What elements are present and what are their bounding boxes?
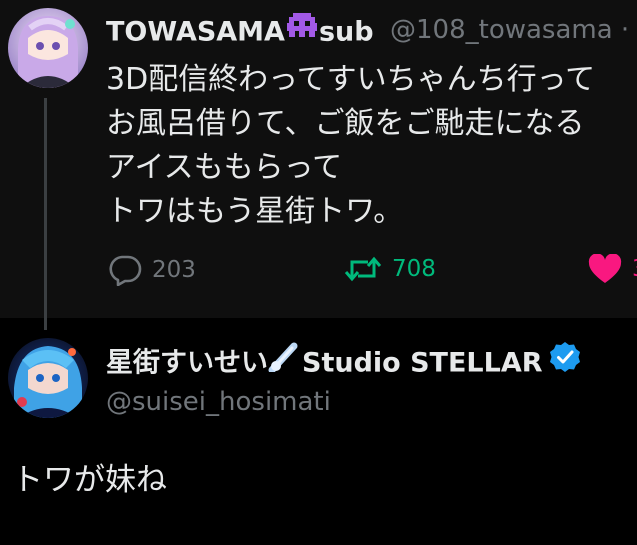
tweet-1-text: 3D配信終わってすいちゃんち行って お風呂借りて、ご飯をご馳走になる アイスもも… bbox=[106, 58, 636, 234]
handle-suisei[interactable]: @suisei_hosimati bbox=[106, 386, 331, 418]
reply-icon bbox=[108, 254, 152, 286]
avatar-towasama[interactable] bbox=[8, 8, 88, 88]
like-button[interactable]: 3 bbox=[588, 254, 637, 284]
retweet-button[interactable]: 708 bbox=[344, 254, 436, 284]
display-name-text: TOWASAMA bbox=[106, 16, 285, 48]
retweet-icon bbox=[344, 254, 392, 284]
retweet-count: 708 bbox=[392, 256, 436, 282]
tweet-1-text-line: お風呂借りて、ご飯をご馳走になる bbox=[106, 106, 585, 141]
like-count: 3 bbox=[632, 256, 637, 282]
reply-count: 203 bbox=[152, 257, 196, 283]
tweet-1-text-line: 3D配信終わってすいちゃんち行って bbox=[106, 62, 596, 97]
tweet-1-text-line: アイスももらって bbox=[106, 150, 343, 185]
purple-invader-icon bbox=[285, 11, 319, 49]
display-name-suffix: sub bbox=[318, 16, 374, 48]
verified-badge-icon[interactable] bbox=[549, 341, 581, 381]
display-name-suffix: Studio STELLAR bbox=[302, 347, 543, 379]
comet-icon bbox=[268, 342, 302, 380]
handle-towasama[interactable]: @108_towasama · bbox=[390, 14, 629, 46]
tweet-2-text: トワが妹ね bbox=[12, 462, 167, 498]
reply-button[interactable]: 203 bbox=[108, 254, 196, 286]
tweet-thread: TOWASAMA sub @108_towasama · 3D配信終わってすいち… bbox=[0, 0, 637, 545]
tweet-1-action-bar: 203 708 3 bbox=[0, 254, 637, 294]
display-name-towasama[interactable]: TOWASAMA sub bbox=[106, 11, 374, 52]
heart-icon bbox=[588, 254, 632, 284]
display-name-text: 星街すいせい bbox=[106, 347, 268, 379]
display-name-suisei[interactable]: 星街すいせい Studio STELLAR bbox=[106, 341, 581, 384]
tweet-1-text-line: トワはもう星街トワ。 bbox=[106, 194, 404, 229]
thread-connector-line bbox=[44, 98, 47, 330]
avatar-suisei[interactable] bbox=[8, 338, 88, 418]
